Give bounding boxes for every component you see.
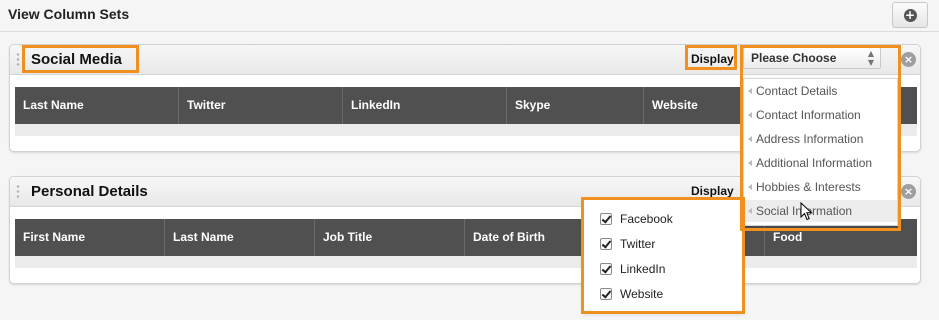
select-value: Please Choose	[751, 51, 837, 65]
drag-handle-icon[interactable]	[16, 52, 20, 68]
column-header[interactable]: LinkedIn	[343, 87, 507, 124]
title-divider	[0, 31, 939, 32]
option-arrow-icon	[748, 184, 752, 190]
display-label: Display	[691, 52, 734, 66]
checkbox-item[interactable]: Facebook	[600, 211, 673, 227]
display-columns-popup: Facebook Twitter LinkedIn Website	[583, 199, 743, 312]
select-arrows-icon: ▲ ▼	[867, 49, 874, 67]
checkbox-checked-icon[interactable]	[600, 288, 612, 300]
column-set-select[interactable]: Please Choose ▲ ▼	[743, 47, 881, 69]
drag-handle-icon[interactable]	[16, 184, 20, 200]
checkbox-item[interactable]: LinkedIn	[600, 261, 665, 277]
close-icon[interactable]: ×	[901, 52, 916, 67]
plus-circle-icon: +	[903, 7, 917, 22]
select-dropdown: Contact Details Contact Information Addr…	[743, 78, 898, 226]
option-arrow-icon	[748, 208, 752, 214]
empty-data-row	[15, 256, 917, 268]
dropdown-option[interactable]: Hobbies & Interests	[744, 176, 897, 198]
add-column-set-button[interactable]: +	[892, 2, 928, 28]
page-title: View Column Sets	[8, 6, 130, 22]
option-arrow-icon	[748, 88, 752, 94]
dropdown-option-hovered[interactable]: Social Information	[744, 200, 897, 222]
close-icon[interactable]: ×	[901, 184, 916, 199]
checkbox-checked-icon[interactable]	[600, 213, 612, 225]
column-header[interactable]: First Name	[15, 219, 165, 256]
dropdown-option[interactable]: Contact Details	[744, 80, 897, 102]
checkbox-checked-icon[interactable]	[600, 263, 612, 275]
column-header[interactable]: Job Title	[315, 219, 465, 256]
option-arrow-icon	[748, 112, 752, 118]
column-header[interactable]: Skype	[507, 87, 644, 124]
display-label: Display	[691, 184, 734, 198]
checkbox-item[interactable]: Website	[600, 286, 663, 302]
dropdown-option[interactable]: Contact Information	[744, 104, 897, 126]
checkbox-item[interactable]: Twitter	[600, 236, 655, 252]
dropdown-option[interactable]: Address Information	[744, 128, 897, 150]
column-header[interactable]: Last Name	[15, 87, 179, 124]
checkbox-checked-icon[interactable]	[600, 238, 612, 250]
dropdown-option[interactable]: Additional Information	[744, 152, 897, 174]
panel-title[interactable]: Social Media	[31, 51, 122, 68]
mouse-cursor-icon	[800, 202, 813, 221]
column-header[interactable]: Twitter	[179, 87, 343, 124]
option-arrow-icon	[748, 160, 752, 166]
option-arrow-icon	[748, 136, 752, 142]
panel-title[interactable]: Personal Details	[31, 183, 148, 200]
column-header[interactable]: Last Name	[165, 219, 315, 256]
